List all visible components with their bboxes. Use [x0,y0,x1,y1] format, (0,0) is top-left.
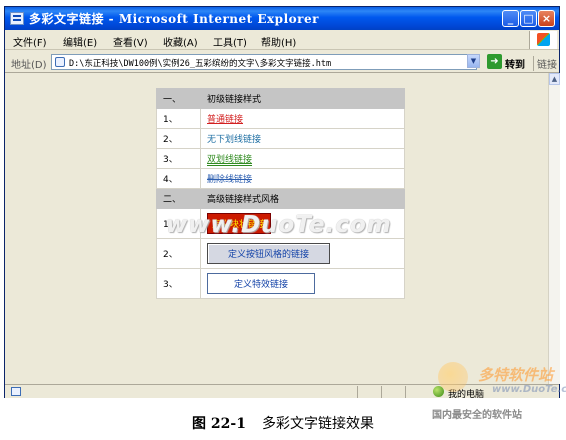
link-cell: 普通链接 [200,108,405,129]
menu-edit[interactable]: 编辑(E) [63,34,97,49]
row-number: 3、 [156,268,201,299]
section-title: 初级链接样式 [200,88,405,109]
minimize-button[interactable]: _ [502,10,519,27]
figure-number: 图 22-1 [192,416,246,432]
row-number: 1、 [156,208,201,239]
menu-tools[interactable]: 工具(T) [213,34,247,49]
maximize-button[interactable]: □ [520,10,537,27]
link-strikethrough[interactable]: 删除线链接 [207,175,252,185]
link-special-effect[interactable]: 定义特效链接 [207,273,315,294]
link-nounderline[interactable]: 无下划线链接 [207,135,261,145]
status-divider [357,386,358,398]
links-table: 一、 初级链接样式 1、 普通链接 2、 无下划线链接 3、 双划线链接 4、 … [156,88,405,299]
section-number: 二、 [156,188,201,209]
table-row: 3、 双划线链接 [156,148,405,169]
scroll-up-arrow-icon[interactable]: ▲ [549,73,560,85]
ie-page-icon [10,12,24,25]
link-cell: 双划线链接 [200,148,405,169]
links-button[interactable]: 链接 [533,56,557,71]
row-number: 2、 [156,128,201,149]
title-bar: 多彩文字链接 - Microsoft Internet Explorer _ □… [5,7,559,30]
table-row: 4、 删除线链接 [156,168,405,189]
section-header-row: 一、 初级链接样式 [156,88,405,109]
menu-view[interactable]: 查看(V) [113,34,148,49]
row-number: 2、 [156,238,201,269]
table-row: 1、 普通链接 [156,108,405,129]
link-cell: 定义特效链接 [200,268,405,299]
menu-bar: 文件(F) 编辑(E) 查看(V) 收藏(A) 工具(T) 帮助(H) [5,30,559,50]
section-number: 一、 [156,88,201,109]
link-cell: 定义块状链接 [200,208,405,239]
address-input[interactable]: D:\东正科技\DW100例\实例26_五彩缤纷的文字\多彩文字链接.htm [51,54,477,70]
link-cell: 删除线链接 [200,168,405,189]
vertical-scrollbar[interactable]: ▲ [548,73,560,384]
link-button-style[interactable]: 定义按钮风格的链接 [207,243,330,264]
browser-window: 多彩文字链接 - Microsoft Internet Explorer _ □… [4,6,560,400]
windows-logo-icon [529,31,557,49]
address-label: 地址(D) [11,60,47,71]
go-arrow-icon[interactable]: ➜ [487,54,502,69]
page-status-icon [11,387,21,396]
my-computer-zone-icon [433,386,444,397]
address-value: D:\东正科技\DW100例\实例26_五彩缤纷的文字\多彩文字链接.htm [69,59,332,69]
security-zone-label: 我的电脑 [448,390,485,400]
row-number: 4、 [156,168,201,189]
status-divider [381,386,382,398]
link-cell: 无下划线链接 [200,128,405,149]
go-button[interactable]: 转到 [505,56,525,71]
menu-help[interactable]: 帮助(H) [261,34,296,49]
address-dropdown-chevron-icon[interactable]: ▼ [467,54,480,68]
status-bar: 我的电脑 [5,384,559,400]
status-divider [405,386,406,398]
menu-favorites[interactable]: 收藏(A) [163,34,198,49]
link-double-underline[interactable]: 双划线链接 [207,155,252,165]
section-header-row: 二、 高级链接样式风格 [156,188,405,209]
table-row: 2、 定义按钮风格的链接 [156,238,405,269]
row-number: 3、 [156,148,201,169]
table-row: 1、 定义块状链接 [156,208,405,239]
address-bar: 地址(D) D:\东正科技\DW100例\实例26_五彩缤纷的文字\多彩文字链接… [5,51,559,73]
page-viewport: 一、 初级链接样式 1、 普通链接 2、 无下划线链接 3、 双划线链接 4、 … [6,73,548,384]
link-block[interactable]: 定义块状链接 [207,213,272,234]
table-row: 3、 定义特效链接 [156,268,405,299]
figure-caption: 图 22-1 多彩文字链接效果 [0,413,566,433]
table-row: 2、 无下划线链接 [156,128,405,149]
menu-file[interactable]: 文件(F) [13,34,47,49]
row-number: 1、 [156,108,201,129]
section-title: 高级链接样式风格 [200,188,405,209]
link-cell: 定义按钮风格的链接 [200,238,405,269]
page-icon [55,57,65,67]
window-title: 多彩文字链接 - Microsoft Internet Explorer [29,12,319,26]
figure-caption-text: 多彩文字链接效果 [261,416,374,432]
link-normal[interactable]: 普通链接 [207,115,243,125]
close-button[interactable]: × [538,10,555,27]
